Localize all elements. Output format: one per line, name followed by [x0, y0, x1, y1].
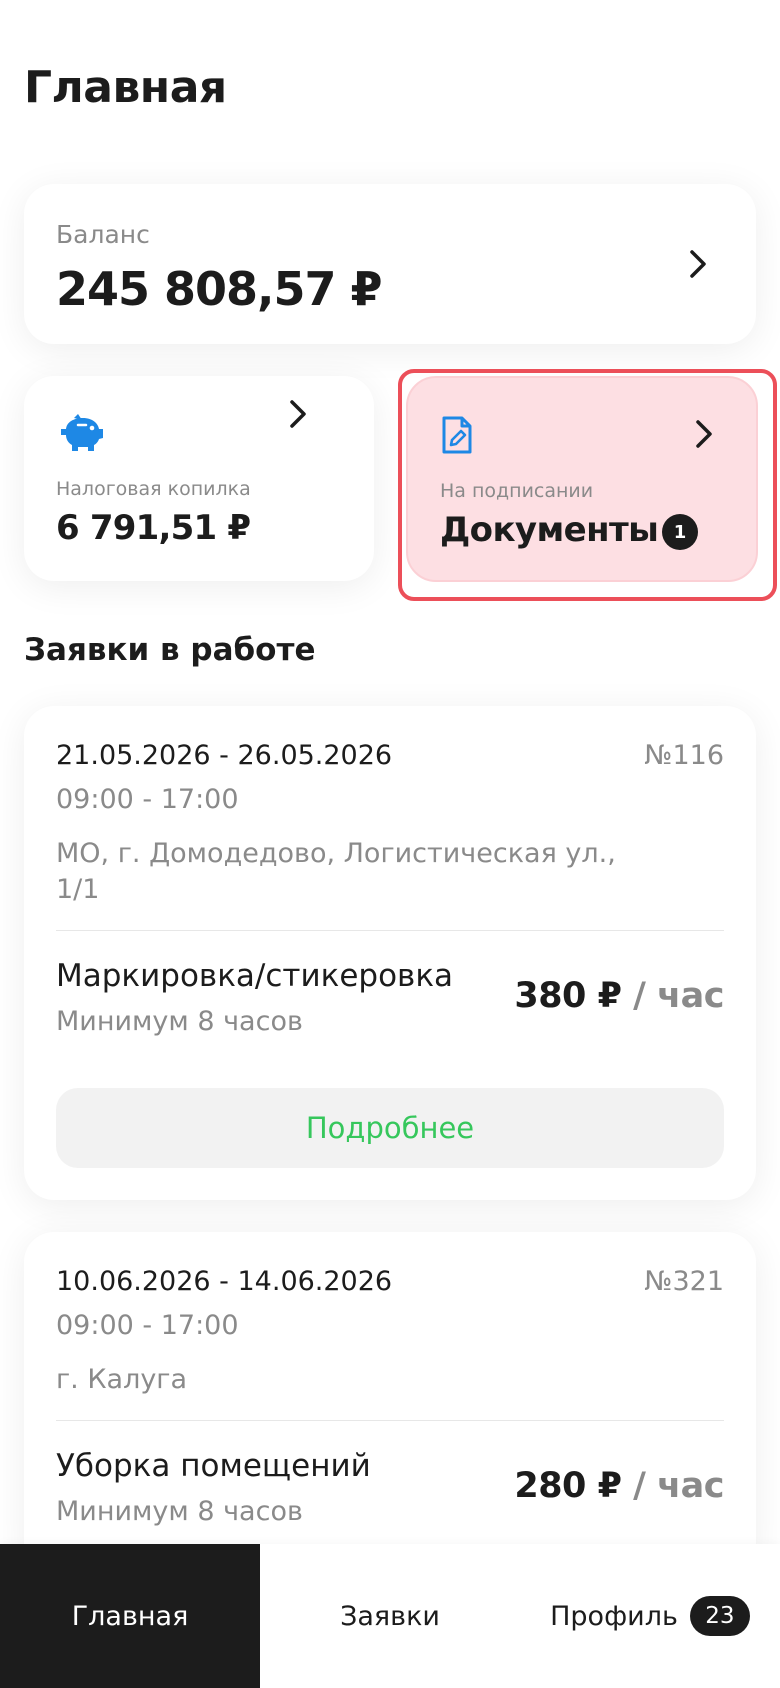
- bottom-nav: Главная Заявки Профиль 23: [0, 1544, 780, 1688]
- order-dates: 21.05.2026 - 26.05.2026: [56, 740, 393, 771]
- price-unit: / час: [621, 976, 724, 1016]
- documents-card[interactable]: На подписании Документы 1: [406, 376, 758, 582]
- divider: [56, 930, 724, 931]
- order-time: 09:00 - 17:00: [56, 784, 239, 815]
- order-job: Маркировка/стикеровка: [56, 958, 454, 994]
- documents-count-badge: 1: [662, 514, 698, 550]
- order-number: №116: [644, 740, 724, 771]
- order-minimum: Минимум 8 часов: [56, 1496, 303, 1527]
- order-time: 09:00 - 17:00: [56, 1310, 239, 1341]
- nav-tab-profile-label: Профиль: [550, 1600, 678, 1632]
- order-address: г. Калуга: [56, 1364, 188, 1395]
- main-screen: Главная Баланс 245 808,57 ₽ Налоговая ко…: [0, 0, 780, 1688]
- price-unit: / час: [621, 1466, 724, 1506]
- tax-piggy-card[interactable]: Налоговая копилка 6 791,51 ₽: [24, 376, 374, 581]
- order-price: 280 ₽ / час: [514, 1466, 724, 1506]
- chevron-right-icon: [678, 244, 718, 284]
- price-value: 380 ₽: [514, 976, 622, 1016]
- file-sign-icon: [440, 416, 474, 460]
- order-dates: 10.06.2026 - 14.06.2026: [56, 1266, 393, 1297]
- nav-tab-home[interactable]: Главная: [0, 1544, 260, 1688]
- price-value: 280 ₽: [514, 1466, 622, 1506]
- balance-label: Баланс: [56, 220, 150, 249]
- nav-tab-orders[interactable]: Заявки: [260, 1544, 520, 1688]
- balance-card[interactable]: Баланс 245 808,57 ₽: [24, 184, 756, 344]
- balance-amount: 245 808,57 ₽: [56, 262, 383, 316]
- section-title: Заявки в работе: [24, 632, 316, 668]
- order-price: 380 ₽ / час: [514, 976, 724, 1016]
- nav-tab-profile[interactable]: Профиль 23: [520, 1544, 780, 1688]
- page-title: Главная: [24, 62, 227, 113]
- chevron-right-icon: [684, 414, 724, 454]
- documents-label: На подписании: [440, 480, 594, 502]
- details-button[interactable]: Подробнее: [56, 1088, 724, 1168]
- order-card[interactable]: 10.06.2026 - 14.06.2026 №321 09:00 - 17:…: [24, 1232, 756, 1572]
- order-card[interactable]: 21.05.2026 - 26.05.2026 №116 09:00 - 17:…: [24, 706, 756, 1200]
- documents-title: Документы: [440, 510, 659, 550]
- tax-piggy-amount: 6 791,51 ₽: [56, 508, 251, 548]
- order-address: МО, г. Домодедово, Логистическая ул., 1/…: [56, 838, 616, 905]
- order-number: №321: [644, 1266, 724, 1297]
- piggy-bank-icon: [56, 414, 106, 458]
- tax-piggy-label: Налоговая копилка: [56, 478, 251, 500]
- chevron-right-icon: [278, 394, 318, 434]
- profile-badge: 23: [689, 1596, 750, 1636]
- order-job: Уборка помещений: [56, 1448, 371, 1484]
- order-minimum: Минимум 8 часов: [56, 1006, 303, 1037]
- divider: [56, 1420, 724, 1421]
